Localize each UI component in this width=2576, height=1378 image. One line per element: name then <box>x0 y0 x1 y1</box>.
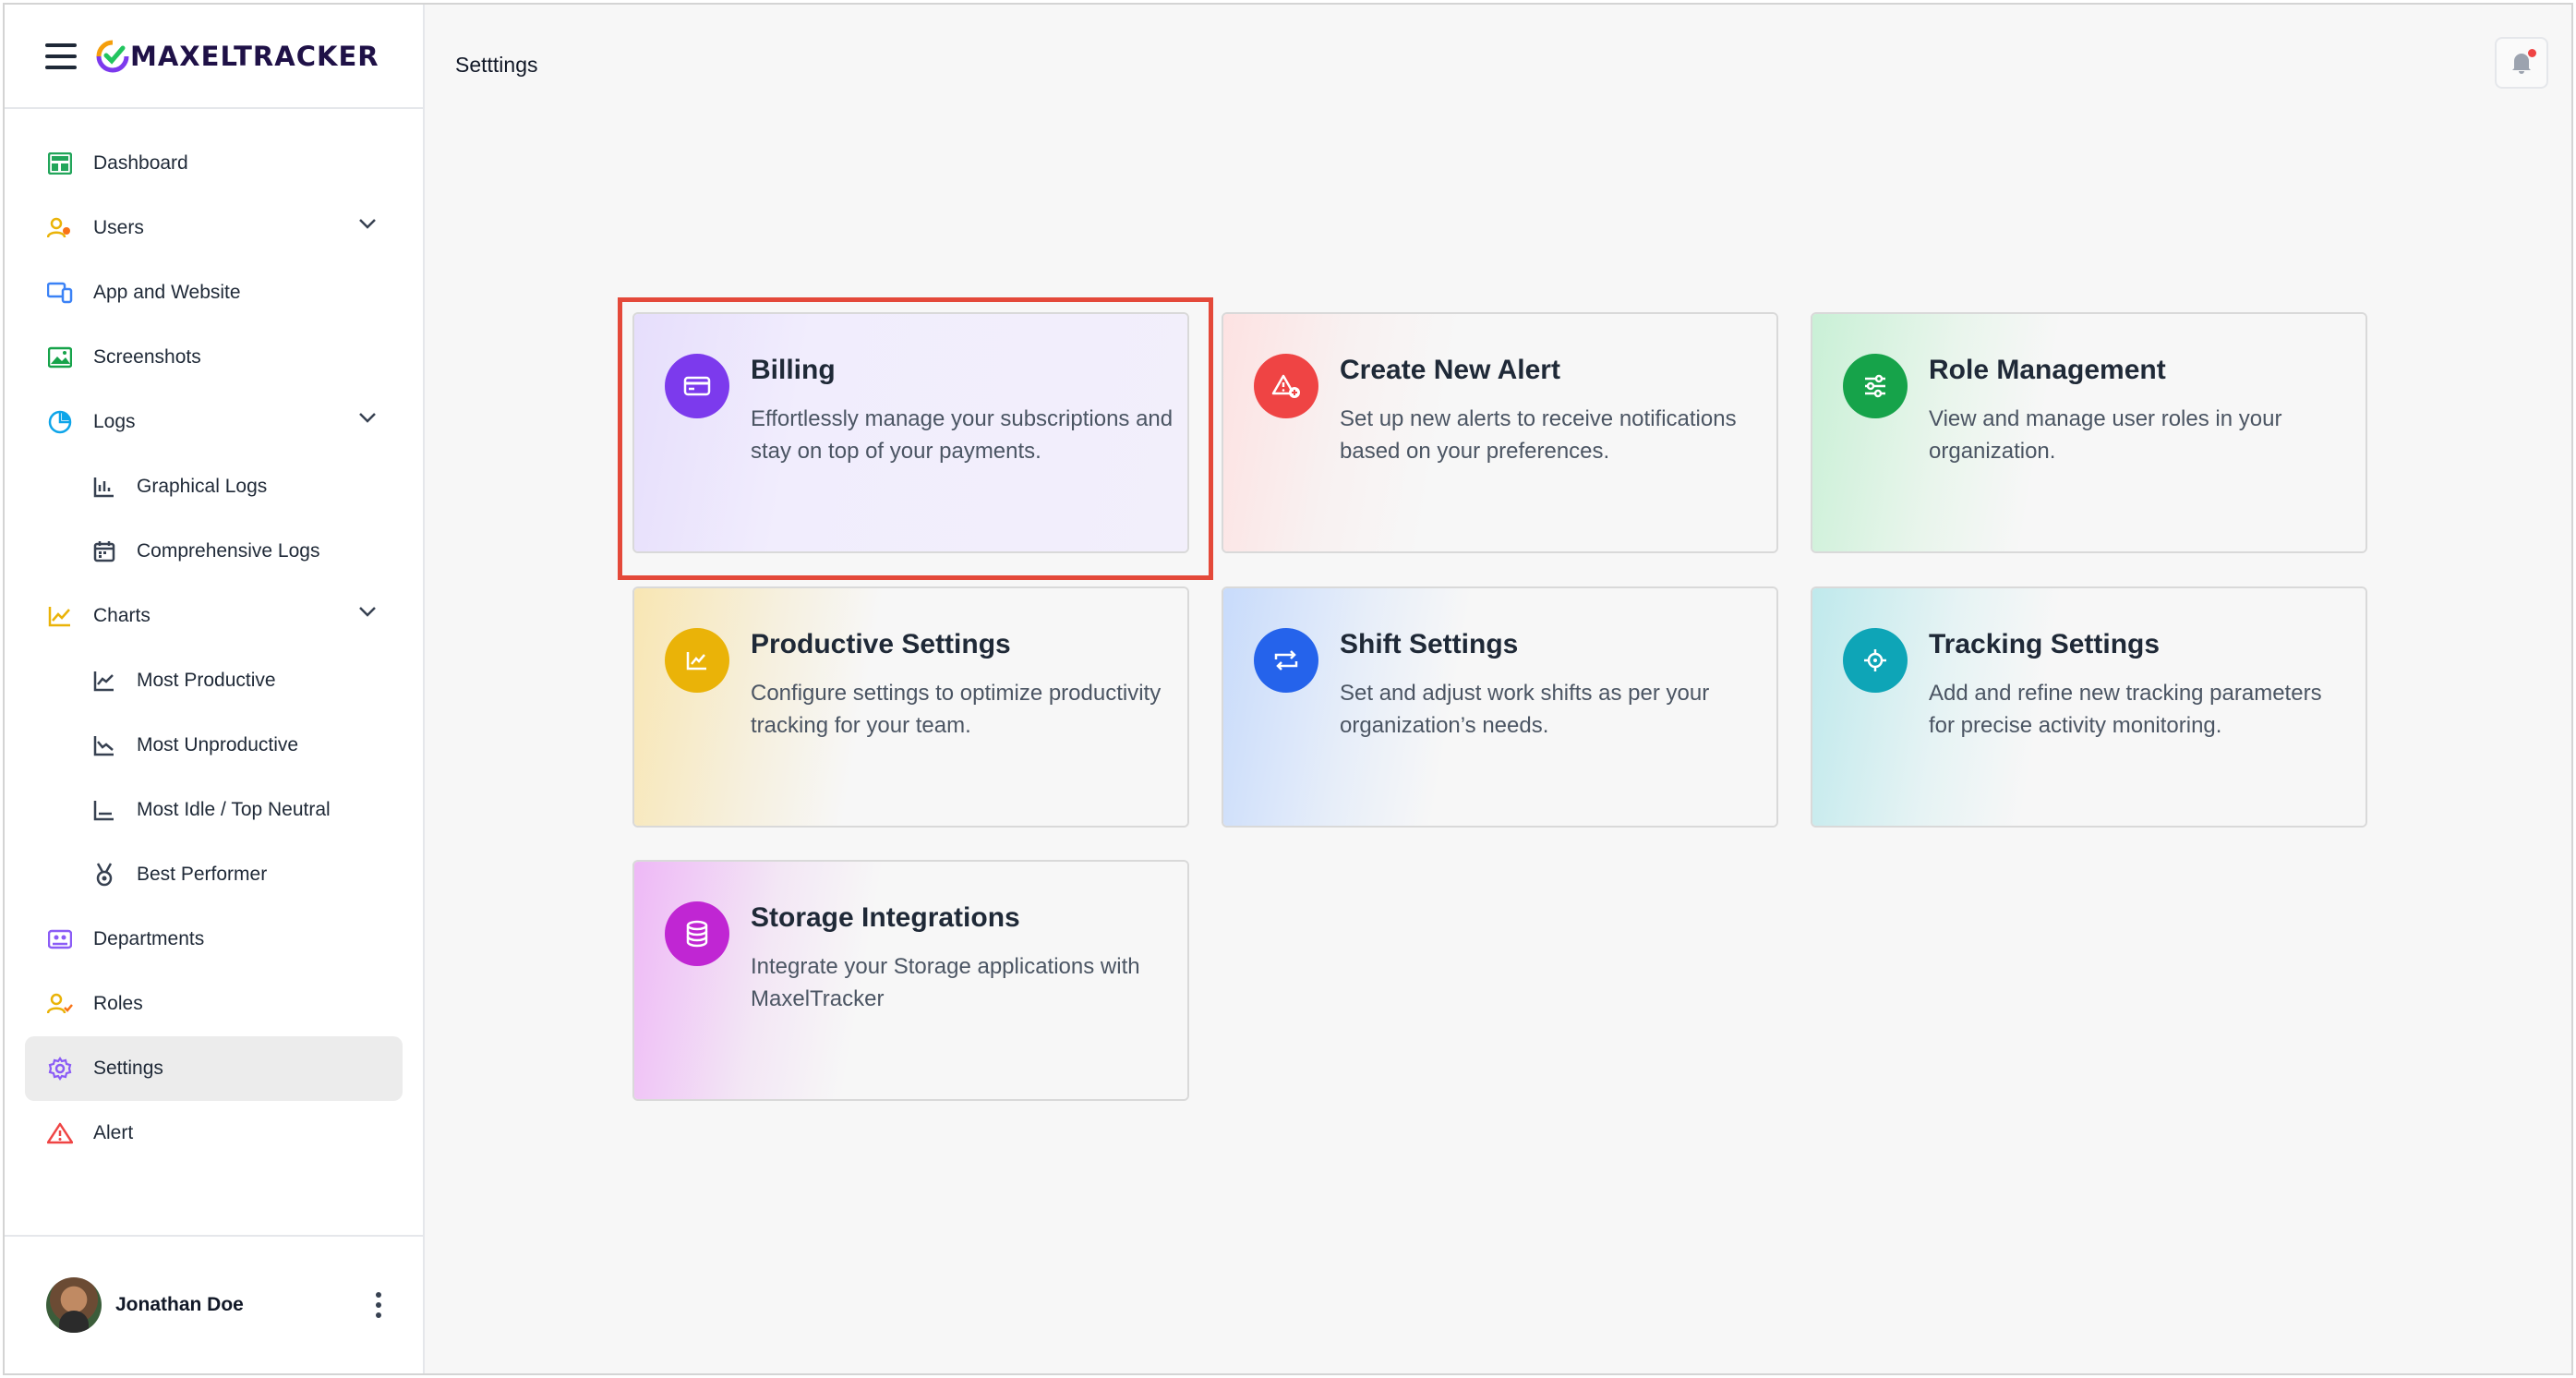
card-role-management[interactable]: Role Management View and manage user rol… <box>1811 312 2367 553</box>
roles-icon <box>46 990 74 1018</box>
sidebar-item-users[interactable]: Users <box>5 196 423 260</box>
credit-card-icon <box>665 354 729 418</box>
card-shift-settings[interactable]: Shift Settings Set and adjust work shift… <box>1222 586 1778 828</box>
dashboard-icon <box>46 150 74 177</box>
sidebar-item-charts[interactable]: Charts <box>5 584 423 648</box>
sidebar-item-departments[interactable]: Departments <box>5 907 423 972</box>
alert-icon <box>46 1119 74 1147</box>
sidebar-item-label: Most Productive <box>137 670 276 691</box>
sidebar-item-label: Charts <box>93 605 150 626</box>
sidebar-item-settings[interactable]: Settings <box>25 1036 403 1101</box>
sidebar-item-label: Departments <box>93 928 205 949</box>
card-billing[interactable]: Billing Effortlessly manage your subscri… <box>632 312 1189 553</box>
sidebar-item-alert[interactable]: Alert <box>5 1101 423 1166</box>
sidebar-item-label: Best Performer <box>137 864 268 885</box>
sidebar-item-label: App and Website <box>93 282 241 303</box>
card-tracking-settings[interactable]: Tracking Settings Add and refine new tra… <box>1811 586 2367 828</box>
gear-icon <box>46 1055 74 1082</box>
sidebar-item-most-idle[interactable]: Most Idle / Top Neutral <box>5 778 423 842</box>
sidebar-item-most-unproductive[interactable]: Most Unproductive <box>5 713 423 778</box>
image-icon <box>46 344 74 371</box>
sidebar-item-label: Settings <box>93 1058 163 1079</box>
avatar[interactable] <box>46 1277 102 1333</box>
card-description: Configure settings to optimize productiv… <box>751 681 1162 738</box>
alert-add-icon <box>1254 354 1318 418</box>
sidebar-item-comprehensive-logs[interactable]: Comprehensive Logs <box>5 519 423 584</box>
trend-up-icon <box>90 667 118 695</box>
card-description: Set up new alerts to receive notificatio… <box>1340 406 1737 464</box>
sidebar-item-logs[interactable]: Logs <box>5 390 423 454</box>
sidebar-item-label: Roles <box>93 993 143 1014</box>
card-description: View and manage user roles in your organ… <box>1929 406 2282 464</box>
users-icon <box>46 214 74 242</box>
sidebar-item-label: Most Idle / Top Neutral <box>137 799 331 820</box>
sidebar-item-label: Screenshots <box>93 346 201 368</box>
logo: MAXELTRACKER <box>95 40 379 73</box>
sidebar-item-label: Logs <box>93 411 136 432</box>
calendar-icon <box>90 538 118 565</box>
brand-name: MAXELTRACKER <box>130 40 379 72</box>
app-window: MAXELTRACKER Dashboard Users App and Web… <box>3 3 2573 1375</box>
sidebar-item-dashboard[interactable]: Dashboard <box>5 131 423 196</box>
axis-icon <box>90 796 118 824</box>
swap-icon <box>1254 628 1318 693</box>
user-profile: Jonathan Doe <box>5 1235 423 1373</box>
sidebar-item-most-productive[interactable]: Most Productive <box>5 648 423 713</box>
notification-badge <box>2528 49 2536 57</box>
sidebar-item-label: Graphical Logs <box>137 476 268 497</box>
chart-line-icon <box>665 628 729 693</box>
card-title: Role Management <box>1929 355 2166 385</box>
sidebar-item-screenshots[interactable]: Screenshots <box>5 325 423 390</box>
menu-icon[interactable] <box>45 42 77 69</box>
logo-mark-icon <box>96 40 129 72</box>
sliders-icon <box>1843 354 1908 418</box>
pie-chart-icon <box>46 408 74 436</box>
card-title: Shift Settings <box>1340 629 1519 659</box>
sidebar-item-graphical-logs[interactable]: Graphical Logs <box>5 454 423 519</box>
sidebar-item-label: Users <box>93 217 144 238</box>
sidebar-nav: Dashboard Users App and Website Screensh… <box>5 109 423 1166</box>
card-title: Productive Settings <box>751 629 1011 659</box>
more-options-icon[interactable] <box>376 1292 381 1318</box>
sidebar-item-label: Alert <box>93 1122 134 1143</box>
medal-icon <box>90 861 118 888</box>
card-description: Set and adjust work shifts as per your o… <box>1340 681 1710 738</box>
card-description: Add and refine new tracking parameters f… <box>1929 681 2322 738</box>
devices-icon <box>46 279 74 307</box>
sidebar-item-roles[interactable]: Roles <box>5 972 423 1036</box>
card-title: Create New Alert <box>1340 355 1560 385</box>
chevron-down-icon[interactable] <box>358 218 377 229</box>
line-chart-icon <box>46 602 74 630</box>
chevron-down-icon[interactable] <box>358 606 377 617</box>
card-title: Tracking Settings <box>1929 629 2161 659</box>
sidebar-item-label: Comprehensive Logs <box>137 540 320 562</box>
card-description: Integrate your Storage applications with… <box>751 954 1140 1011</box>
card-description: Effortlessly manage your subscriptions a… <box>751 406 1174 464</box>
sidebar: MAXELTRACKER Dashboard Users App and Web… <box>5 5 425 1373</box>
database-icon <box>665 901 729 966</box>
chevron-down-icon[interactable] <box>358 412 377 423</box>
sidebar-item-app-and-website[interactable]: App and Website <box>5 260 423 325</box>
departments-icon <box>46 925 74 953</box>
sidebar-item-best-performer[interactable]: Best Performer <box>5 842 423 907</box>
target-icon <box>1843 628 1908 693</box>
page-title: Setttings <box>455 53 538 77</box>
bar-chart-icon <box>90 473 118 501</box>
card-create-new-alert[interactable]: Create New Alert Set up new alerts to re… <box>1222 312 1778 553</box>
user-name: Jonathan Doe <box>115 1294 244 1315</box>
notifications-button[interactable] <box>2495 37 2548 89</box>
trend-down-icon <box>90 731 118 759</box>
sidebar-item-label: Dashboard <box>93 152 188 174</box>
card-productive-settings[interactable]: Productive Settings Configure settings t… <box>632 586 1189 828</box>
sidebar-item-label: Most Unproductive <box>137 734 299 755</box>
card-title: Billing <box>751 355 836 385</box>
card-storage-integrations[interactable]: Storage Integrations Integrate your Stor… <box>632 860 1189 1101</box>
sidebar-header: MAXELTRACKER <box>5 5 423 109</box>
card-title: Storage Integrations <box>751 902 1020 933</box>
